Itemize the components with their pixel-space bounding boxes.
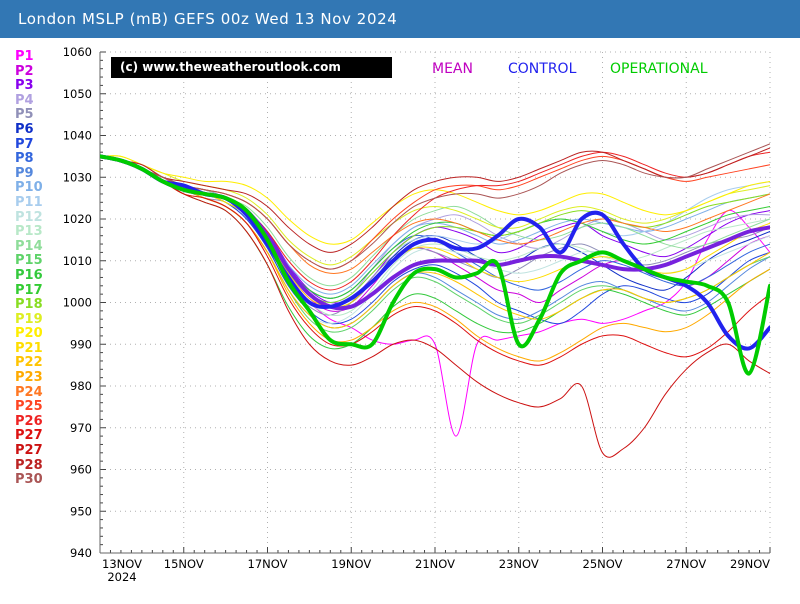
svg-text:940: 940 (70, 546, 92, 560)
svg-text:13NOV: 13NOV (102, 557, 142, 571)
svg-text:15NOV: 15NOV (164, 557, 204, 571)
svg-text:1050: 1050 (63, 87, 92, 101)
mslp-spaghetti-chart: 940 950 960 970 980 990 1000 1010 1020 1030 1040 10… (63, 45, 771, 584)
svg-text:1010: 1010 (63, 254, 92, 268)
series-line-p6 (100, 155, 770, 308)
svg-text:23NOV: 23NOV (499, 557, 539, 571)
svg-text:2024: 2024 (107, 570, 136, 584)
svg-text:960: 960 (70, 463, 92, 477)
svg-text:990: 990 (70, 337, 92, 351)
chart-plot-area: 940 950 960 970 980 990 1000 1010 1020 1030 1040 10… (0, 0, 800, 600)
svg-text:25NOV: 25NOV (583, 557, 623, 571)
legend-control-label: CONTROL (508, 61, 577, 77)
svg-text:970: 970 (70, 421, 92, 435)
svg-text:1040: 1040 (63, 129, 92, 143)
x-axis-labels: 13NOV2024 15NOV 17NOV 19NOV 21NOV 23NOV 25NOV 2… (102, 557, 770, 584)
svg-text:1030: 1030 (63, 170, 92, 184)
legend-mean-label: MEAN (432, 61, 473, 77)
y-axis-labels: 940 950 960 970 980 990 1000 1010 1020 1030 1040 10… (63, 45, 92, 560)
copyright-text: (c) www.theweatheroutlook.com (120, 60, 341, 74)
svg-text:1020: 1020 (63, 212, 92, 226)
svg-text:17NOV: 17NOV (248, 557, 288, 571)
svg-text:980: 980 (70, 379, 92, 393)
svg-text:950: 950 (70, 504, 92, 518)
svg-text:19NOV: 19NOV (331, 557, 371, 571)
legend-operational-label: OPERATIONAL (610, 61, 708, 77)
svg-text:1060: 1060 (63, 45, 92, 59)
svg-text:27NOV: 27NOV (666, 557, 706, 571)
svg-text:29NOV: 29NOV (730, 557, 770, 571)
svg-text:21NOV: 21NOV (415, 557, 455, 571)
svg-text:1000: 1000 (63, 296, 92, 310)
